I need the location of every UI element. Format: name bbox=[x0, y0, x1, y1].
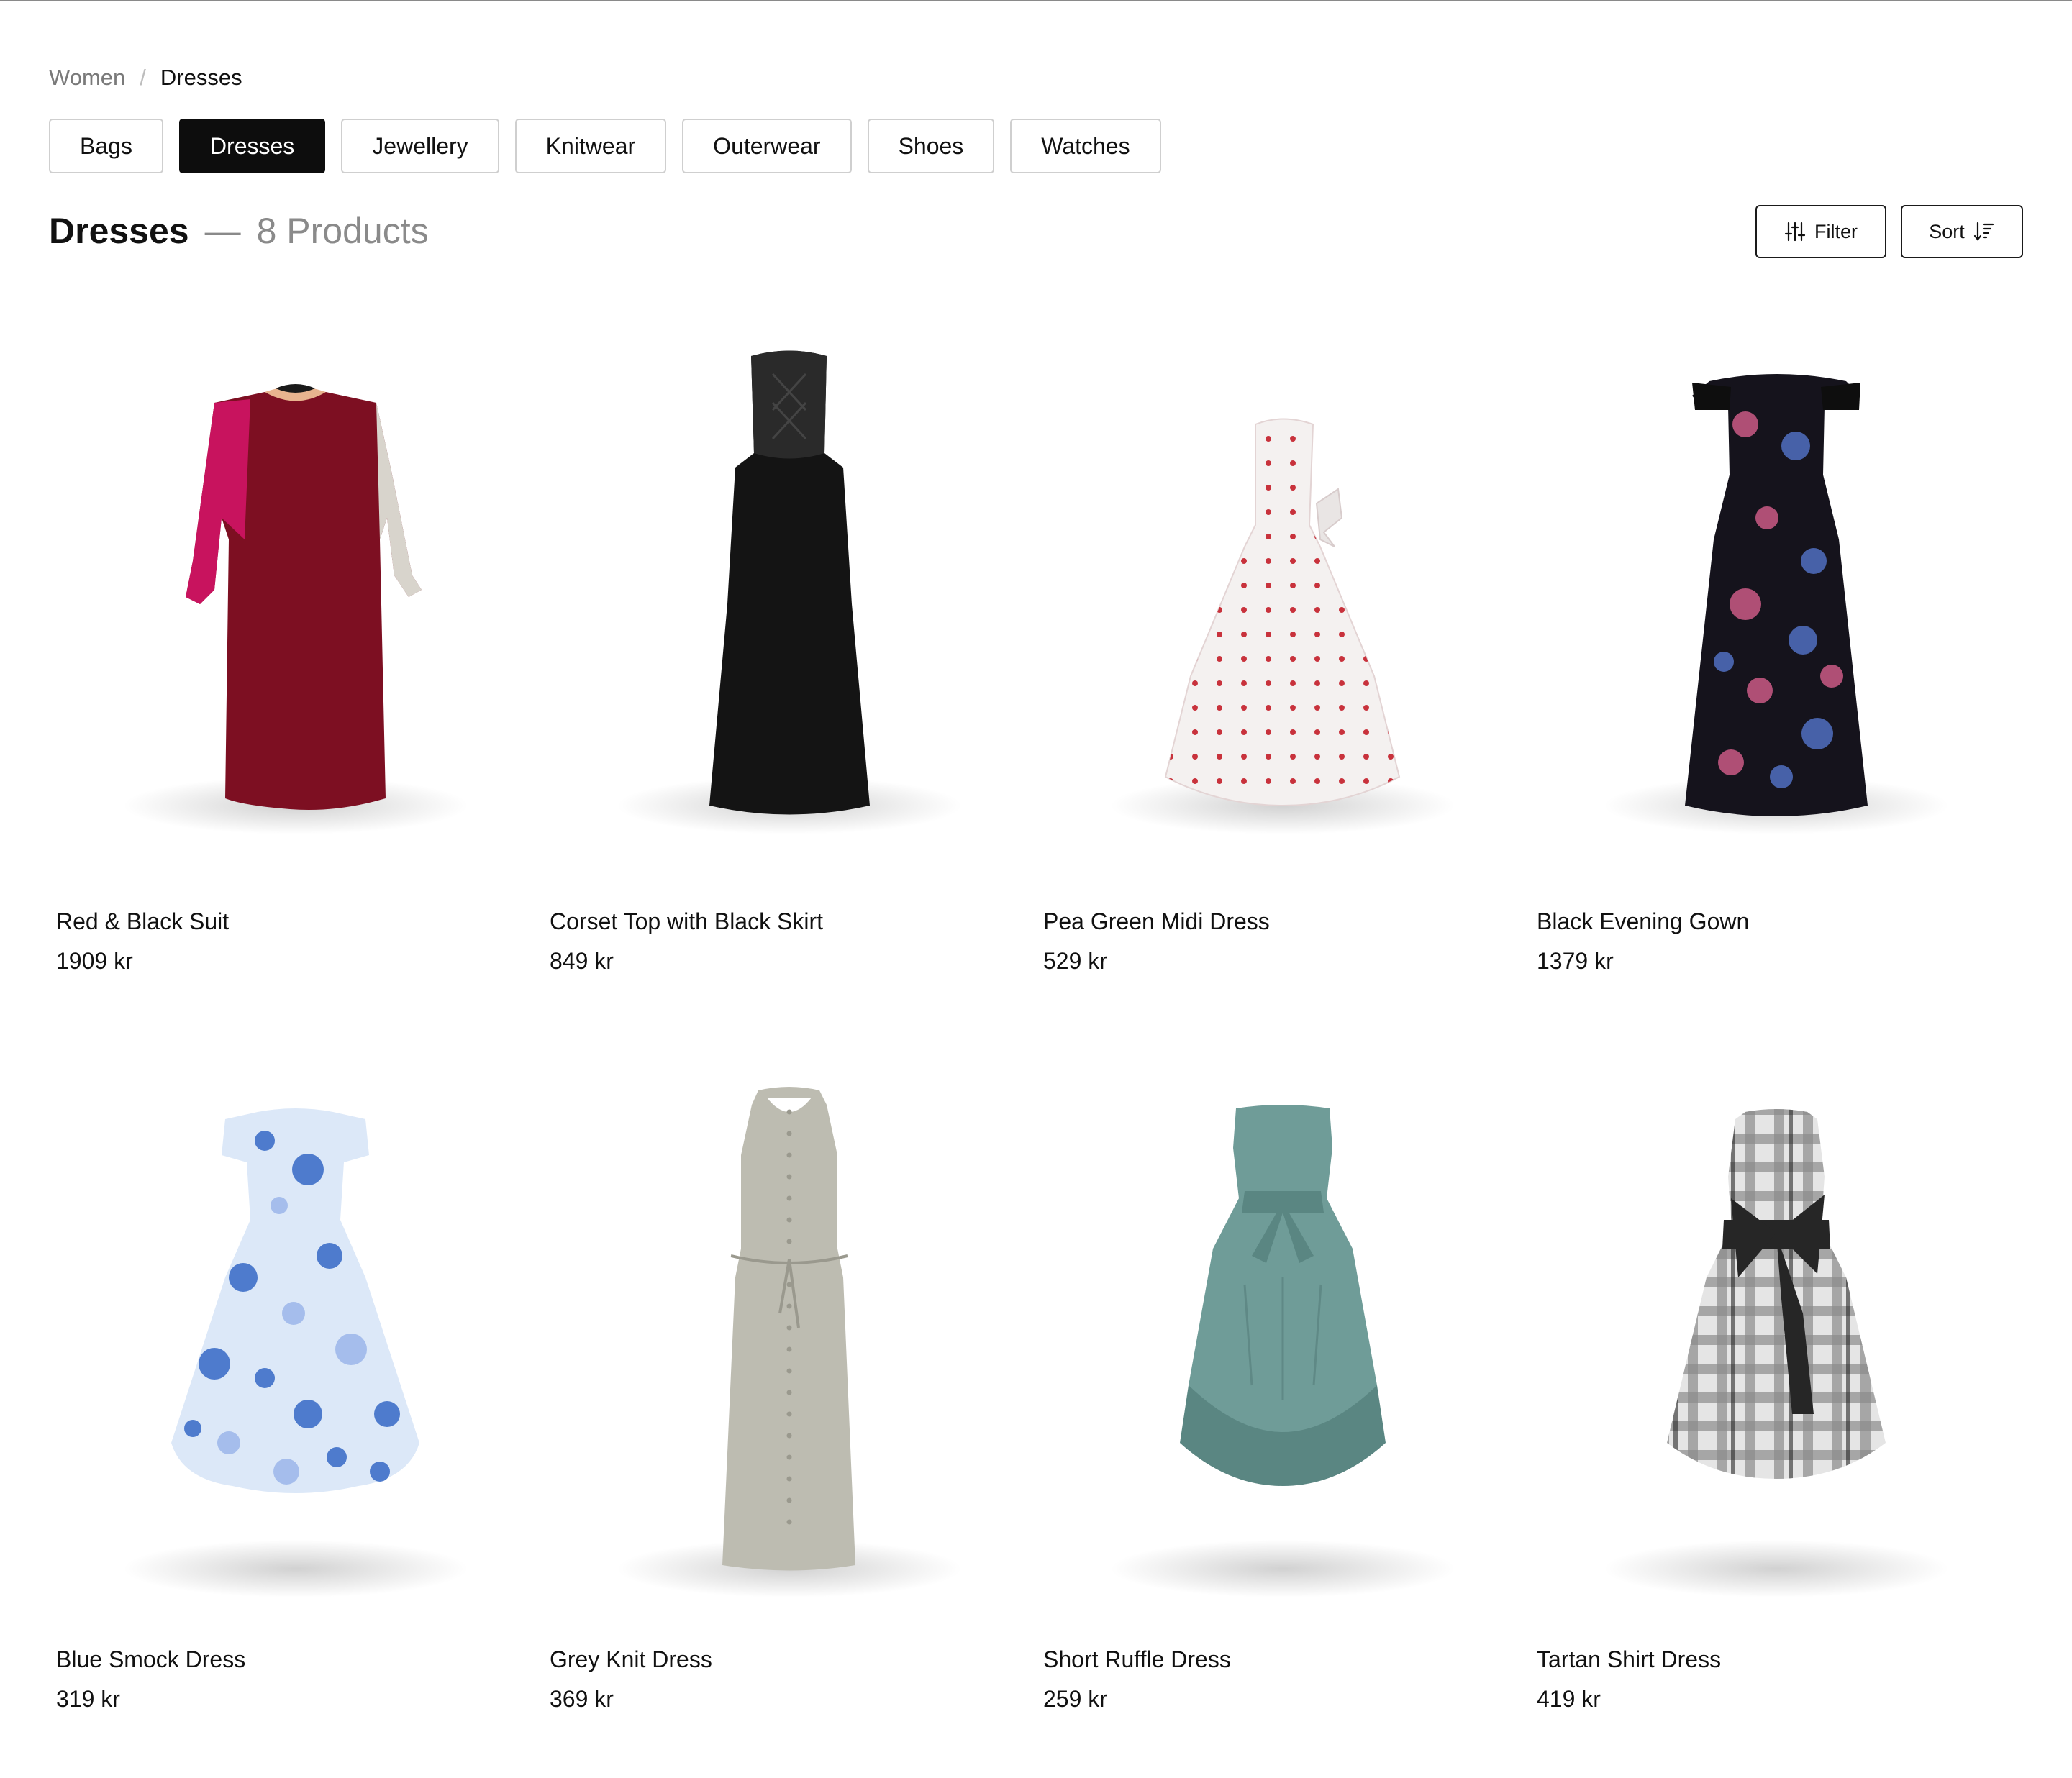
product-image[interactable] bbox=[1530, 1040, 2023, 1615]
product-price: 529 kr bbox=[1043, 948, 1107, 974]
heading-dash: — bbox=[204, 211, 241, 251]
category-tabs: Bags Dresses Jewellery Knitwear Outerwear Sho… bbox=[49, 119, 1161, 173]
product-image[interactable] bbox=[542, 302, 1036, 877]
breadcrumb-current: Dresses bbox=[160, 65, 242, 90]
tab-watches[interactable]: Watches bbox=[1010, 119, 1161, 173]
page-title: Dresses bbox=[49, 211, 189, 251]
dress-illustration bbox=[1110, 1105, 1455, 1597]
product-price: 1909 kr bbox=[56, 948, 133, 974]
sort-icon bbox=[1973, 221, 1995, 242]
product-price: 319 kr bbox=[56, 1686, 120, 1712]
tab-knitwear[interactable]: Knitwear bbox=[514, 119, 667, 173]
filter-button[interactable]: Filter bbox=[1755, 205, 1886, 258]
sliders-icon bbox=[1784, 221, 1806, 242]
product-name[interactable]: Corset Top with Black Skirt bbox=[550, 908, 823, 935]
product-image[interactable] bbox=[1530, 302, 2023, 877]
tab-jewellery[interactable]: Jewellery bbox=[341, 119, 499, 173]
dress-illustration bbox=[1110, 418, 1455, 834]
product-grid: Red & Black Suit 1909 kr Corset Top with B… bbox=[49, 302, 2023, 1778]
product-name[interactable]: Grey Knit Dress bbox=[550, 1646, 712, 1673]
product-price: 259 kr bbox=[1043, 1686, 1107, 1712]
dress-illustration bbox=[1604, 1109, 1949, 1597]
dress-illustration bbox=[617, 1087, 962, 1597]
product-name[interactable]: Black Evening Gown bbox=[1537, 908, 1749, 935]
product-price: 1379 kr bbox=[1537, 948, 1614, 974]
tab-outerwear[interactable]: Outerwear bbox=[682, 119, 852, 173]
product-card[interactable]: Corset Top with Black Skirt 849 kr bbox=[542, 302, 1036, 1040]
sort-button[interactable]: Sort bbox=[1901, 205, 2023, 258]
product-card[interactable]: Tartan Shirt Dress 419 kr bbox=[1530, 1040, 2023, 1778]
product-card[interactable]: Blue Smock Dress 319 kr bbox=[49, 1040, 542, 1778]
page-heading: Dresses — 8 Products bbox=[49, 209, 429, 253]
product-name[interactable]: Blue Smock Dress bbox=[56, 1646, 245, 1673]
list-actions: Filter Sort bbox=[1755, 205, 2023, 258]
breadcrumb-women[interactable]: Women bbox=[49, 65, 125, 91]
product-name[interactable]: Short Ruffle Dress bbox=[1043, 1646, 1231, 1673]
tab-shoes[interactable]: Shoes bbox=[867, 119, 995, 173]
product-card[interactable]: Pea Green Midi Dress 529 kr bbox=[1036, 302, 1530, 1040]
product-count: 8 Products bbox=[256, 211, 429, 251]
dress-illustration bbox=[617, 350, 962, 834]
breadcrumb: Women / Dresses bbox=[49, 62, 242, 94]
filter-label: Filter bbox=[1814, 220, 1858, 242]
dress-illustration bbox=[123, 384, 468, 834]
product-image[interactable] bbox=[1036, 1040, 1530, 1615]
product-name[interactable]: Pea Green Midi Dress bbox=[1043, 908, 1270, 935]
sort-label: Sort bbox=[1929, 220, 1965, 242]
top-border bbox=[0, 0, 2072, 1]
product-price: 369 kr bbox=[550, 1686, 614, 1712]
product-name[interactable]: Tartan Shirt Dress bbox=[1537, 1646, 1721, 1673]
tab-dresses[interactable]: Dresses bbox=[178, 119, 326, 173]
product-image[interactable] bbox=[1036, 302, 1530, 877]
product-price: 419 kr bbox=[1537, 1686, 1601, 1712]
tab-bags[interactable]: Bags bbox=[49, 119, 163, 173]
product-name[interactable]: Red & Black Suit bbox=[56, 908, 229, 935]
product-card[interactable]: Red & Black Suit 1909 kr bbox=[49, 302, 542, 1040]
product-card[interactable]: Grey Knit Dress 369 kr bbox=[542, 1040, 1036, 1778]
dress-illustration bbox=[1604, 374, 1949, 834]
breadcrumb-separator: / bbox=[140, 65, 146, 90]
product-image[interactable] bbox=[49, 302, 542, 877]
product-card[interactable]: Short Ruffle Dress 259 kr bbox=[1036, 1040, 1530, 1778]
product-image[interactable] bbox=[49, 1040, 542, 1615]
product-price: 849 kr bbox=[550, 948, 614, 974]
product-image[interactable] bbox=[542, 1040, 1036, 1615]
product-card[interactable]: Black Evening Gown 1379 kr bbox=[1530, 302, 2023, 1040]
dress-illustration bbox=[123, 1108, 468, 1597]
